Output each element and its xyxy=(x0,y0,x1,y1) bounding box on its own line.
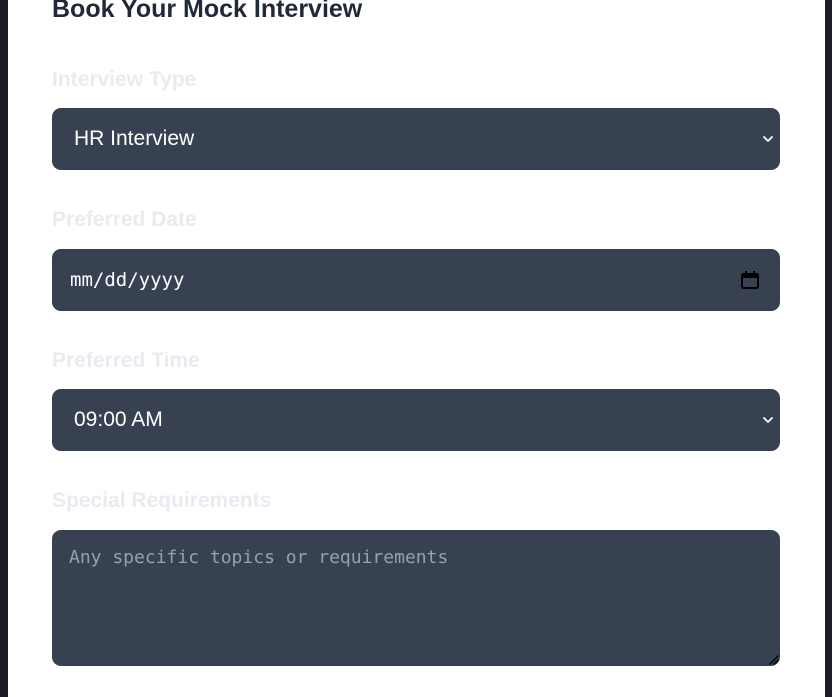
preferred-time-select[interactable]: 09:00 AM xyxy=(52,389,780,451)
booking-form-card: Book Your Mock Interview Interview Type … xyxy=(8,0,825,697)
form-title: Book Your Mock Interview xyxy=(52,0,363,23)
chevron-down-icon xyxy=(763,136,773,142)
preferred-date-placeholder: mm/dd/yyyy xyxy=(70,269,185,291)
special-requirements-textarea[interactable]: Any specific topics or requirements xyxy=(52,530,780,666)
special-requirements-label: Special Requirements xyxy=(52,489,272,512)
interview-type-select[interactable]: HR Interview xyxy=(52,108,780,170)
resize-handle-icon[interactable] xyxy=(767,653,779,665)
interview-type-value: HR Interview xyxy=(74,127,195,150)
calendar-icon[interactable] xyxy=(740,270,760,290)
preferred-date-input[interactable]: mm/dd/yyyy xyxy=(52,249,780,311)
interview-type-label: Interview Type xyxy=(52,68,197,91)
preferred-date-label: Preferred Date xyxy=(52,208,197,231)
preferred-time-value: 09:00 AM xyxy=(74,408,163,431)
chevron-down-icon xyxy=(763,417,773,423)
preferred-time-label: Preferred Time xyxy=(52,349,200,372)
special-requirements-placeholder: Any specific topics or requirements xyxy=(69,547,449,568)
